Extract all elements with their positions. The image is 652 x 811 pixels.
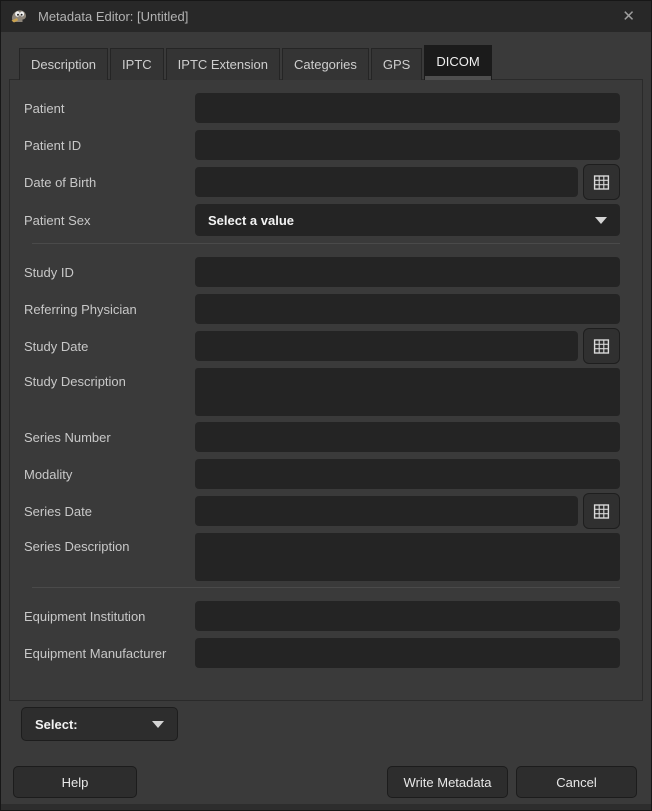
metadata-editor-window: Metadata Editor: [Untitled] ✕ Descriptio… [0, 0, 652, 811]
cancel-button[interactable]: Cancel [516, 766, 637, 798]
study-date-calendar-button[interactable] [583, 328, 620, 364]
write-metadata-button[interactable]: Write Metadata [387, 766, 508, 798]
dicom-panel: Patient Patient ID Date of Birth [9, 79, 643, 701]
field-row-patient-sex: Patient Sex Select a value [24, 204, 620, 236]
spacer [137, 766, 387, 798]
field-row-series-description: Series Description [24, 533, 620, 581]
field-row-series-date: Series Date [24, 493, 620, 529]
field-row-patient-id: Patient ID [24, 130, 620, 160]
series-description-label: Series Description [24, 533, 195, 554]
tab-iptc-extension[interactable]: IPTC Extension [166, 48, 280, 80]
study-description-textarea[interactable] [195, 368, 620, 416]
field-row-referring-physician: Referring Physician [24, 294, 620, 324]
field-row-study-id: Study ID [24, 257, 620, 287]
tab-bar: Description IPTC IPTC Extension Categori… [9, 45, 643, 80]
field-row-series-number: Series Number [24, 422, 620, 452]
separator [32, 587, 620, 588]
series-date-input[interactable] [195, 496, 578, 526]
referring-physician-input[interactable] [195, 294, 620, 324]
field-row-study-date: Study Date [24, 328, 620, 364]
equipment-institution-input[interactable] [195, 601, 620, 631]
study-description-label: Study Description [24, 368, 195, 389]
modality-label: Modality [24, 467, 195, 482]
tab-dicom[interactable]: DICOM [424, 45, 491, 80]
tab-description[interactable]: Description [19, 48, 108, 80]
date-of-birth-input[interactable] [195, 167, 578, 197]
equipment-manufacturer-label: Equipment Manufacturer [24, 646, 195, 661]
tab-categories[interactable]: Categories [282, 48, 369, 80]
select-dropdown[interactable]: Select: [21, 707, 178, 741]
equipment-institution-label: Equipment Institution [24, 609, 195, 624]
patient-label: Patient [24, 101, 195, 116]
patient-sex-label: Patient Sex [24, 213, 195, 228]
separator [32, 243, 620, 244]
study-date-label: Study Date [24, 339, 195, 354]
series-number-label: Series Number [24, 430, 195, 445]
calendar-grid-icon [593, 503, 610, 520]
field-row-modality: Modality [24, 459, 620, 489]
patient-input[interactable] [195, 93, 620, 123]
help-button[interactable]: Help [13, 766, 137, 798]
window-bottom-edge [1, 804, 651, 810]
calendar-grid-icon [593, 338, 610, 355]
series-date-calendar-button[interactable] [583, 493, 620, 529]
field-row-equipment-institution: Equipment Institution [24, 601, 620, 631]
action-bar: Help Write Metadata Cancel [13, 766, 637, 798]
patient-id-input[interactable] [195, 130, 620, 160]
chevron-down-icon [152, 721, 164, 728]
study-date-input[interactable] [195, 331, 578, 361]
patient-sex-value: Select a value [208, 213, 595, 228]
window-title: Metadata Editor: [Untitled] [38, 9, 616, 24]
chevron-down-icon [595, 217, 607, 224]
date-of-birth-calendar-button[interactable] [583, 164, 620, 200]
patient-id-label: Patient ID [24, 138, 195, 153]
field-row-equipment-manufacturer: Equipment Manufacturer [24, 638, 620, 668]
field-row-date-of-birth: Date of Birth [24, 164, 620, 200]
select-dropdown-label: Select: [35, 717, 152, 732]
titlebar: Metadata Editor: [Untitled] ✕ [1, 1, 651, 32]
tab-iptc[interactable]: IPTC [110, 48, 164, 80]
patient-sex-dropdown[interactable]: Select a value [195, 204, 620, 236]
tab-gps[interactable]: GPS [371, 48, 422, 80]
calendar-grid-icon [593, 174, 610, 191]
study-id-label: Study ID [24, 265, 195, 280]
referring-physician-label: Referring Physician [24, 302, 195, 317]
field-row-patient: Patient [24, 93, 620, 123]
modality-input[interactable] [195, 459, 620, 489]
close-icon[interactable]: ✕ [616, 7, 641, 26]
series-number-input[interactable] [195, 422, 620, 452]
equipment-manufacturer-input[interactable] [195, 638, 620, 668]
study-id-input[interactable] [195, 257, 620, 287]
gimp-wilber-icon [9, 9, 31, 25]
series-date-label: Series Date [24, 504, 195, 519]
series-description-textarea[interactable] [195, 533, 620, 581]
field-row-study-description: Study Description [24, 368, 620, 416]
date-of-birth-label: Date of Birth [24, 175, 195, 190]
